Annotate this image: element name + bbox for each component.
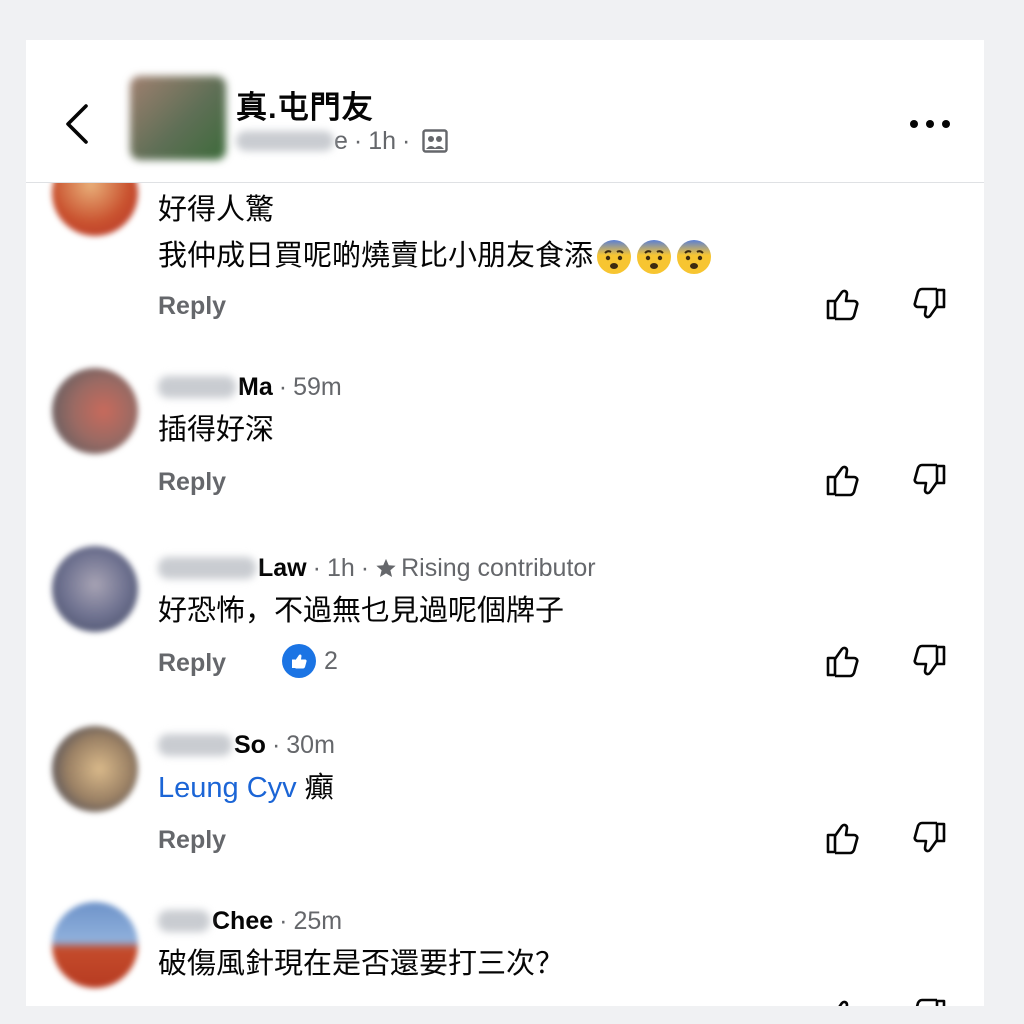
comment-author-line: Law · 1h · Rising contributor — [158, 551, 596, 585]
separator-dot: · — [278, 372, 288, 401]
separator-dot: · — [271, 730, 281, 759]
comment-list[interactable]: 好得人驚 我仲成日買呢啲燒賣比小朋友食添 Reply Ma · 59m 插得好深… — [26, 40, 984, 1006]
reply-button[interactable]: Reply — [158, 468, 226, 497]
post-header: 真.屯門友 e · 1h · — [26, 40, 984, 183]
comment-text: 好恐怖，不過無乜見過呢個牌子 — [158, 595, 565, 627]
group-title[interactable]: 真.屯門友 — [236, 82, 374, 127]
anxious-face-emoji — [595, 238, 633, 276]
thumbs-up-icon[interactable] — [822, 818, 866, 862]
star-icon — [375, 557, 397, 579]
reaction-count[interactable]: 2 — [282, 644, 338, 678]
blurred-author-first-name — [158, 910, 210, 932]
comment-time[interactable]: 59m — [293, 373, 342, 402]
thumbs-up-icon[interactable] — [822, 641, 866, 685]
blurred-author-first-name — [158, 734, 232, 756]
thumbs-down-icon[interactable] — [910, 641, 954, 685]
commenter-avatar[interactable] — [52, 726, 138, 812]
commenter-avatar[interactable] — [52, 902, 138, 988]
comment-time[interactable]: 25m — [293, 907, 342, 936]
reply-button[interactable]: Reply — [158, 649, 226, 678]
thumbs-up-icon[interactable] — [822, 460, 866, 504]
group-avatar[interactable] — [130, 76, 226, 160]
post-meta: e · 1h · — [236, 126, 449, 156]
comment-author-line: So · 30m — [158, 728, 335, 762]
separator-dot: · — [353, 126, 363, 155]
thumbs-up-icon[interactable] — [822, 995, 866, 1006]
mention-link[interactable]: Leung Cyv — [158, 772, 297, 804]
comment-author-name[interactable]: So — [234, 731, 266, 760]
chevron-left-icon[interactable] — [58, 100, 98, 148]
more-options-icon[interactable] — [906, 110, 954, 138]
comment-author-name[interactable]: Law — [258, 554, 307, 583]
separator-dot: · — [312, 553, 321, 582]
blurred-author-name — [236, 131, 334, 151]
blurred-author-first-name — [158, 376, 236, 398]
comment-text: 我仲成日買呢啲燒賣比小朋友食添 — [158, 240, 594, 272]
separator-dot: · — [279, 906, 288, 935]
thumbs-down-icon[interactable] — [910, 995, 954, 1006]
thumbs-down-icon[interactable] — [910, 284, 954, 328]
comment-text: 破傷風針現在是否還要打三次？ — [158, 948, 565, 980]
commenter-avatar[interactable] — [52, 546, 138, 632]
comment-author-name[interactable]: Ma — [238, 373, 273, 402]
commenter-avatar[interactable] — [52, 368, 138, 454]
blurred-author-first-name — [158, 557, 256, 579]
comment-time[interactable]: 1h — [327, 554, 355, 583]
comment-author-name[interactable]: Chee — [212, 907, 273, 936]
comment-text-with-mention: Leung Cyv 癲 — [158, 770, 334, 806]
thumbs-down-icon[interactable] — [910, 460, 954, 504]
separator-dot: · — [360, 553, 370, 582]
comment-time[interactable]: 30m — [286, 731, 335, 760]
anxious-face-emoji — [635, 238, 673, 276]
post-time[interactable]: 1h — [368, 127, 396, 156]
separator-dot: · — [402, 126, 411, 155]
comment-text-line: 好得人驚 — [158, 194, 275, 226]
post-comments-panel: 好得人驚 我仲成日買呢啲燒賣比小朋友食添 Reply Ma · 59m 插得好深… — [26, 40, 984, 1006]
thumbs-up-icon[interactable] — [822, 284, 866, 328]
contributor-badge[interactable]: Rising contributor — [401, 554, 596, 583]
comment-text: 插得好深 — [158, 414, 275, 446]
reply-button[interactable]: Reply — [158, 826, 226, 855]
public-group-icon — [422, 129, 449, 153]
comment-text: 癲 — [304, 772, 334, 804]
comment-text-line-with-emoji: 我仲成日買呢啲燒賣比小朋友食添 — [158, 238, 713, 276]
comment-author-line: Ma · 59m — [158, 370, 342, 404]
author-name-suffix[interactable]: e — [334, 127, 348, 156]
comment-author-line: Chee · 25m — [158, 904, 342, 938]
thumbs-down-icon[interactable] — [910, 818, 954, 862]
like-reaction-icon — [282, 644, 316, 678]
anxious-face-emoji — [675, 238, 713, 276]
like-count-value: 2 — [324, 646, 338, 675]
reply-button[interactable]: Reply — [158, 292, 226, 321]
